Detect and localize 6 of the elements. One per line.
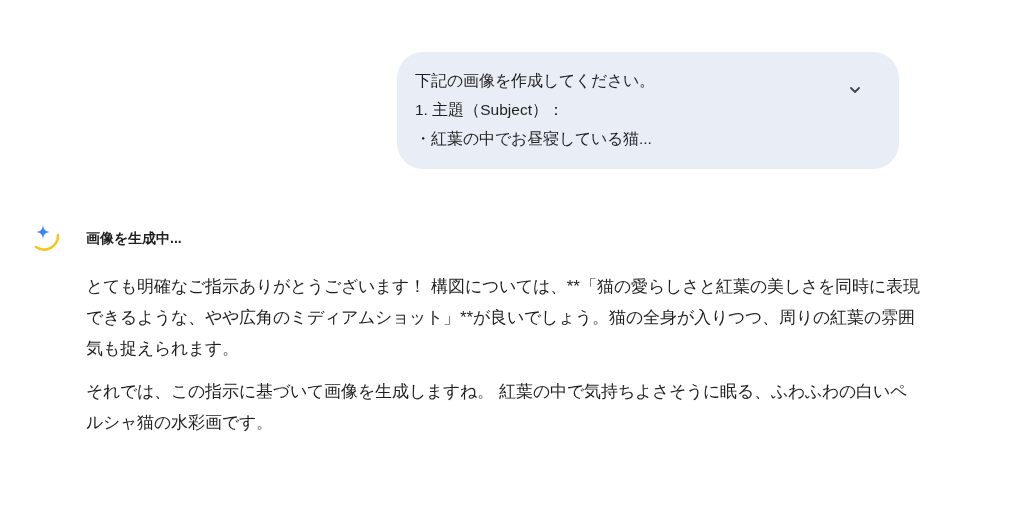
message-line: 1. 主題（Subject）：	[415, 100, 565, 120]
response-paragraph: とても明確なご指示ありがとうございます！ 構図については、**「猫の愛らしさと紅葉の美しさを同時に表現できるような、やや広角のミディアムショット」**が良いでしょう。猫の全身が入りつつ、周りの紅葉の雰囲気も捉えられます。	[86, 276, 920, 360]
message-line: ・紅葉の中でお昼寝している猫...	[415, 129, 653, 149]
message-line: 下記の画像を作成してください。	[415, 71, 656, 91]
response-paragraph: それでは、この指示に基づいて画像を生成しますね。 紅葉の中で気持ちよさそうに眠る、ふわふわの白いペルシャ猫の水彩画です。	[86, 381, 908, 434]
status-text: 画像を生成中...	[86, 228, 182, 248]
